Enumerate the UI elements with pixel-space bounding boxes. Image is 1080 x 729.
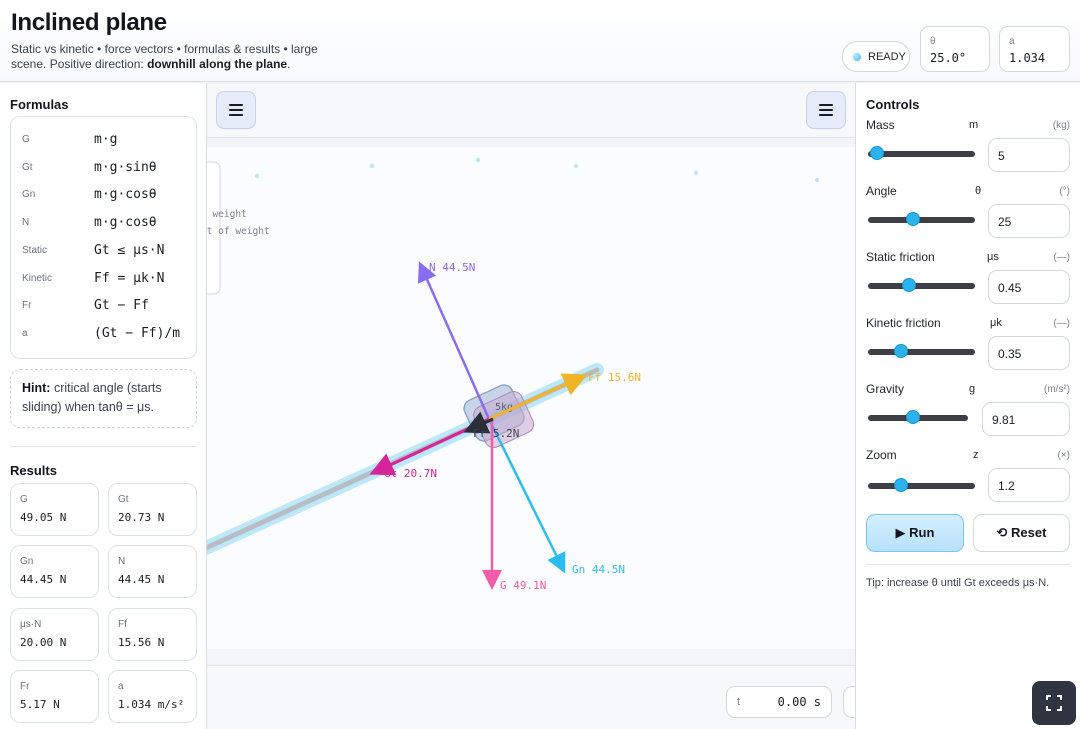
control-unit-mass: (kg) — [1052, 120, 1070, 131]
vector-N — [417, 261, 491, 420]
label-Ff: Ff 15.6N — [588, 371, 641, 384]
slider-thumb[interactable] — [905, 212, 920, 226]
timeline-control[interactable] — [843, 686, 855, 718]
fullscreen-icon — [1046, 695, 1062, 711]
static-friction-input[interactable]: 0.45 — [988, 270, 1070, 304]
control-label-gravity: Gravity — [866, 382, 905, 396]
page-subtitle: Static vs kinetic • force vectors • form… — [11, 42, 318, 71]
fullscreen-button[interactable] — [1032, 681, 1076, 725]
kinetic-friction-slider[interactable] — [868, 344, 975, 358]
control-label-static-friction: Static friction — [866, 250, 935, 264]
control-unit-kinetic-friction: (—) — [1053, 318, 1070, 329]
result-card: G 49.05 N — [10, 483, 99, 536]
time-readout: t 0.00 s — [726, 686, 832, 718]
angle-input[interactable]: 25 — [988, 204, 1070, 238]
control-symbol-static-friction: μs — [987, 251, 999, 263]
hamburger-icon — [819, 104, 833, 116]
controls-panel: Controls Mass m (kg) 5 Angle θ (°) 25 St… — [855, 83, 1080, 729]
control-unit-static-friction: (—) — [1053, 252, 1070, 263]
slider-thumb[interactable] — [869, 146, 884, 160]
block — [463, 384, 535, 448]
result-card: Fr 5.17 N — [10, 670, 99, 723]
app-header: Inclined plane Static vs kinetic • force… — [0, 0, 1080, 82]
right-menu-button[interactable] — [806, 91, 846, 129]
formula-row: Gt m·g·sinθ — [22, 160, 157, 175]
control-unit-angle: (°) — [1059, 186, 1070, 197]
result-card: a 1.034 m/s² — [108, 670, 197, 723]
slider-thumb[interactable] — [894, 344, 909, 358]
result-card: Ff 15.56 N — [108, 608, 197, 661]
scene-canvas[interactable]: f weight nt of weight 5kg N 44.5N Ff 15.… — [207, 147, 855, 649]
kinetic-friction-input[interactable]: 0.35 — [988, 336, 1070, 370]
control-label-kinetic-friction: Kinetic friction — [866, 316, 941, 330]
label-Fr: Fr 5.2N — [473, 427, 519, 440]
stage-toolbar — [207, 83, 855, 138]
mass-slider[interactable] — [868, 146, 975, 160]
hint-card: Hint: critical angle (starts sliding) wh… — [10, 369, 197, 428]
static-friction-slider[interactable] — [868, 278, 975, 292]
hamburger-icon — [229, 104, 243, 116]
scene-svg: f weight nt of weight 5kg N 44.5N Ff 15.… — [207, 157, 820, 592]
control-symbol-zoom: z — [973, 449, 979, 461]
control-unit-zoom: (×) — [1057, 450, 1071, 461]
left-panel: Formulas Gm·g Gt m·g·sinθ Gn m·g·cosθ Nm·g… — [0, 83, 207, 729]
control-label-zoom: Zoom — [866, 448, 897, 462]
controls-title: Controls — [866, 97, 920, 112]
vector-Gt — [369, 417, 490, 476]
formula-row: Nm·g·cosθ — [22, 215, 157, 230]
tip-text: Tip: increase θ until Gt exceeds μs·N. — [866, 577, 1050, 589]
formula-row: Kinetic Ff = μk·N — [22, 271, 165, 286]
control-symbol-gravity: g — [969, 383, 976, 395]
label-N: N 44.5N — [429, 261, 475, 274]
mass-input[interactable]: 5 — [988, 138, 1070, 172]
formula-row: Gn m·g·cosθ — [22, 187, 157, 202]
vector-Gn — [487, 418, 566, 574]
formula-row: Gm·g — [22, 132, 118, 147]
results-title: Results — [10, 463, 57, 478]
slider-thumb[interactable] — [906, 410, 920, 424]
formulas-title: Formulas — [10, 97, 69, 112]
formula-row: Static Gt ≤ μs·N — [22, 243, 165, 258]
label-G: G 49.1N — [500, 579, 546, 592]
control-symbol-mass: m — [969, 119, 979, 131]
background-dots — [254, 157, 820, 183]
formula-row: a (Gt − Ff)/m — [22, 326, 181, 341]
run-button[interactable]: ▶ Run — [866, 514, 964, 552]
control-unit-gravity: (m/s²) — [1043, 384, 1070, 395]
result-card: Gt 20.73 N — [108, 483, 197, 536]
simulation-stage: f weight nt of weight 5kg N 44.5N Ff 15.… — [207, 83, 855, 729]
control-label-angle: Angle — [866, 184, 897, 198]
page-title: Inclined plane — [11, 9, 167, 36]
divider — [10, 446, 197, 447]
label-Gn: Gn 44.5N — [572, 563, 625, 576]
zoom-slider[interactable] — [868, 478, 975, 492]
control-symbol-angle: θ — [975, 185, 982, 197]
label-Gt: Gt 20.7N — [384, 467, 437, 480]
gravity-slider[interactable] — [868, 410, 968, 424]
angle-slider[interactable] — [868, 212, 975, 226]
status-dot-icon — [853, 52, 861, 61]
result-card: μs·N 20.00 N — [10, 608, 99, 661]
formula-row: Fr Gt − Ff — [22, 298, 149, 313]
gravity-input[interactable]: 9.81 — [982, 402, 1070, 436]
legend-text-2: nt of weight — [207, 226, 270, 237]
legend-text-1: f weight — [207, 209, 247, 220]
acceleration-readout: a 1.034 — [999, 26, 1070, 72]
left-menu-button[interactable] — [216, 91, 256, 129]
reset-button[interactable]: ⟲ Reset — [973, 514, 1070, 552]
divider — [866, 564, 1070, 565]
zoom-input[interactable]: 1.2 — [988, 468, 1070, 502]
slider-thumb[interactable] — [894, 478, 909, 492]
slider-thumb[interactable] — [901, 278, 916, 292]
control-symbol-kinetic-friction: μk — [990, 317, 1002, 329]
result-card: Gn 44.45 N — [10, 545, 99, 598]
angle-readout: θ 25.0° — [920, 26, 990, 72]
status-badge: READY — [842, 41, 910, 72]
result-card: N 44.45 N — [108, 545, 197, 598]
formulas-card: Gm·g Gt m·g·sinθ Gn m·g·cosθ Nm·g·cosθ Sta… — [10, 116, 197, 359]
control-label-mass: Mass — [866, 118, 895, 132]
